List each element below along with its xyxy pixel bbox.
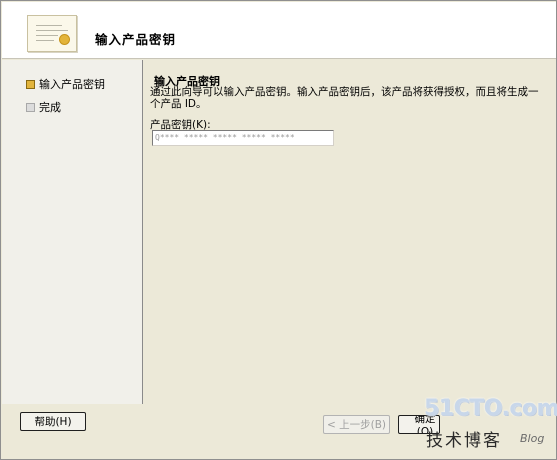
step-enter-key: 输入产品密钥 [26,77,105,91]
current-step-marker-icon [26,79,35,89]
product-key-input[interactable]: Q**** ***** ***** ***** ***** [152,130,334,146]
watermark: 51CTO.com 技术博客 Blog [418,396,557,456]
section-description: 通过此向导可以输入产品密钥。输入产品密钥后，该产品将获得授权，而且将生成一个产品… [150,86,539,110]
wizard-steps-panel: 输入产品密钥 完成 [2,60,143,404]
seal-icon [59,34,70,45]
step-finish: 完成 [26,100,61,114]
watermark-subtitle: 技术博客 [426,431,502,451]
watermark-blog: Blog [520,432,545,445]
step-label: 输入产品密钥 [39,78,105,91]
watermark-logo-text: 51CTO.com [424,396,557,421]
wizard-header: 输入产品密钥 [2,2,556,59]
pending-step-marker-icon [26,102,35,112]
certificate-icon [27,15,77,52]
wizard-window: 输入产品密钥 输入产品密钥 完成 输入产品密钥 通过此向导可以输入产品密钥。输入… [0,0,557,460]
page-title: 输入产品密钥 [95,32,177,47]
wizard-content: 输入产品密钥 通过此向导可以输入产品密钥。输入产品密钥后，该产品将获得授权，而且… [144,60,556,404]
back-button[interactable]: < 上一步(B) [323,415,390,434]
step-label: 完成 [39,101,61,114]
help-button[interactable]: 帮助(H) [20,412,86,431]
